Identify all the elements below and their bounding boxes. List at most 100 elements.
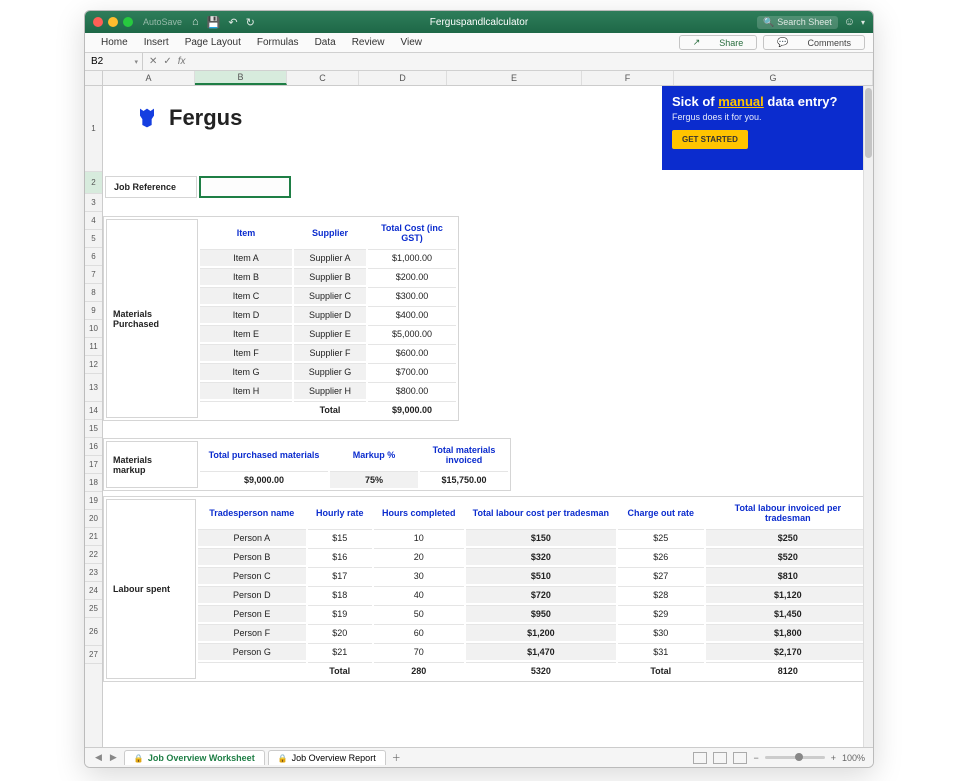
cell[interactable]: $720 bbox=[466, 586, 616, 603]
row-4[interactable]: 4 bbox=[85, 212, 102, 230]
cell[interactable]: 75% bbox=[330, 471, 418, 488]
col-g[interactable]: G bbox=[674, 71, 873, 85]
cell[interactable]: Item E bbox=[200, 325, 292, 342]
cancel-icon[interactable]: ✕ bbox=[149, 56, 157, 67]
formula-input[interactable] bbox=[192, 53, 873, 70]
cell[interactable]: 50 bbox=[374, 605, 464, 622]
cell[interactable]: $18 bbox=[308, 586, 372, 603]
row-20[interactable]: 20 bbox=[85, 510, 102, 528]
cell[interactable]: $1,200 bbox=[466, 624, 616, 641]
row-9[interactable]: 9 bbox=[85, 302, 102, 320]
cell[interactable]: Person C bbox=[198, 567, 306, 584]
row-22[interactable]: 22 bbox=[85, 546, 102, 564]
cell[interactable]: $29 bbox=[618, 605, 704, 622]
undo-icon[interactable]: ↶ bbox=[228, 16, 237, 29]
cell[interactable]: $15,750.00 bbox=[420, 471, 508, 488]
job-ref-input[interactable] bbox=[199, 176, 291, 198]
cell[interactable]: 60 bbox=[374, 624, 464, 641]
cell[interactable]: $150 bbox=[466, 529, 616, 546]
cell[interactable]: $2,170 bbox=[706, 643, 870, 660]
cell[interactable]: Supplier E bbox=[294, 325, 366, 342]
confirm-icon[interactable]: ✓ bbox=[163, 56, 171, 67]
cell[interactable]: Supplier B bbox=[294, 268, 366, 285]
cell[interactable]: $200.00 bbox=[368, 268, 456, 285]
cell[interactable]: $19 bbox=[308, 605, 372, 622]
cell[interactable]: Person E bbox=[198, 605, 306, 622]
row-8[interactable]: 8 bbox=[85, 284, 102, 302]
cell[interactable]: $1,120 bbox=[706, 586, 870, 603]
col-d[interactable]: D bbox=[359, 71, 447, 85]
row-10[interactable]: 10 bbox=[85, 320, 102, 338]
cell[interactable]: Item C bbox=[200, 287, 292, 304]
cell[interactable]: $1,800 bbox=[706, 624, 870, 641]
row-27[interactable]: 27 bbox=[85, 646, 102, 664]
share-button[interactable]: ↗Share bbox=[679, 35, 758, 50]
tab-data[interactable]: Data bbox=[307, 37, 344, 48]
cell[interactable]: Person B bbox=[198, 548, 306, 565]
cell[interactable]: Supplier F bbox=[294, 344, 366, 361]
col-a[interactable]: A bbox=[103, 71, 195, 85]
sheet-tab-1[interactable]: 🔒Job Overview Worksheet bbox=[124, 750, 265, 765]
row-3[interactable]: 3 bbox=[85, 194, 102, 212]
cell[interactable]: Supplier C bbox=[294, 287, 366, 304]
cell[interactable]: 30 bbox=[374, 567, 464, 584]
cell[interactable]: 20 bbox=[374, 548, 464, 565]
home-icon[interactable]: ⌂ bbox=[192, 16, 199, 29]
row-7[interactable]: 7 bbox=[85, 266, 102, 284]
cell[interactable]: Person G bbox=[198, 643, 306, 660]
cell[interactable]: $25 bbox=[618, 529, 704, 546]
row-13[interactable]: 13 bbox=[85, 374, 102, 402]
cell[interactable]: $510 bbox=[466, 567, 616, 584]
redo-icon[interactable]: ↻ bbox=[246, 16, 255, 29]
tab-view[interactable]: View bbox=[392, 37, 430, 48]
col-e[interactable]: E bbox=[447, 71, 582, 85]
cell[interactable]: $250 bbox=[706, 529, 870, 546]
cell[interactable]: Supplier G bbox=[294, 363, 366, 380]
add-sheet-button[interactable]: ＋ bbox=[392, 751, 401, 764]
cell[interactable]: $30 bbox=[618, 624, 704, 641]
comments-button[interactable]: 💬Comments bbox=[763, 35, 865, 50]
row-1[interactable]: 1 bbox=[85, 86, 102, 172]
row-2[interactable]: 2 bbox=[85, 172, 102, 194]
cell[interactable]: Person F bbox=[198, 624, 306, 641]
row-12[interactable]: 12 bbox=[85, 356, 102, 374]
cell[interactable]: $700.00 bbox=[368, 363, 456, 380]
select-all-cell[interactable] bbox=[85, 71, 103, 85]
cell[interactable]: 10 bbox=[374, 529, 464, 546]
row-5[interactable]: 5 bbox=[85, 230, 102, 248]
row-19[interactable]: 19 bbox=[85, 492, 102, 510]
cell[interactable]: Supplier H bbox=[294, 382, 366, 399]
col-b[interactable]: B bbox=[195, 71, 287, 85]
cell[interactable]: Supplier A bbox=[294, 249, 366, 266]
chevron-down-icon[interactable]: ▾ bbox=[861, 18, 865, 27]
row-25[interactable]: 25 bbox=[85, 600, 102, 618]
close-icon[interactable] bbox=[93, 17, 103, 27]
feedback-icon[interactable]: ☺ bbox=[844, 16, 855, 28]
sheet-tab-2[interactable]: 🔒Job Overview Report bbox=[268, 750, 386, 765]
cell[interactable]: $26 bbox=[618, 548, 704, 565]
row-18[interactable]: 18 bbox=[85, 474, 102, 492]
cell[interactable]: Item D bbox=[200, 306, 292, 323]
cell[interactable]: $320 bbox=[466, 548, 616, 565]
cell[interactable]: $28 bbox=[618, 586, 704, 603]
save-icon[interactable]: 💾 bbox=[207, 16, 221, 29]
cell[interactable]: $810 bbox=[706, 567, 870, 584]
cell[interactable]: Person A bbox=[198, 529, 306, 546]
cell[interactable]: Person D bbox=[198, 586, 306, 603]
name-box[interactable]: B2▾ bbox=[85, 53, 143, 70]
scroll-thumb[interactable] bbox=[865, 88, 872, 158]
cell[interactable]: $950 bbox=[466, 605, 616, 622]
cell[interactable]: Item G bbox=[200, 363, 292, 380]
minimize-icon[interactable] bbox=[108, 17, 118, 27]
row-23[interactable]: 23 bbox=[85, 564, 102, 582]
row-21[interactable]: 21 bbox=[85, 528, 102, 546]
zoom-in-icon[interactable]: + bbox=[831, 753, 836, 763]
view-layout-icon[interactable] bbox=[713, 752, 727, 764]
row-26[interactable]: 26 bbox=[85, 618, 102, 646]
row-24[interactable]: 24 bbox=[85, 582, 102, 600]
cell[interactable]: $1,450 bbox=[706, 605, 870, 622]
row-14[interactable]: 14 bbox=[85, 402, 102, 420]
cell[interactable]: $21 bbox=[308, 643, 372, 660]
cell[interactable]: Item B bbox=[200, 268, 292, 285]
cell[interactable]: 70 bbox=[374, 643, 464, 660]
